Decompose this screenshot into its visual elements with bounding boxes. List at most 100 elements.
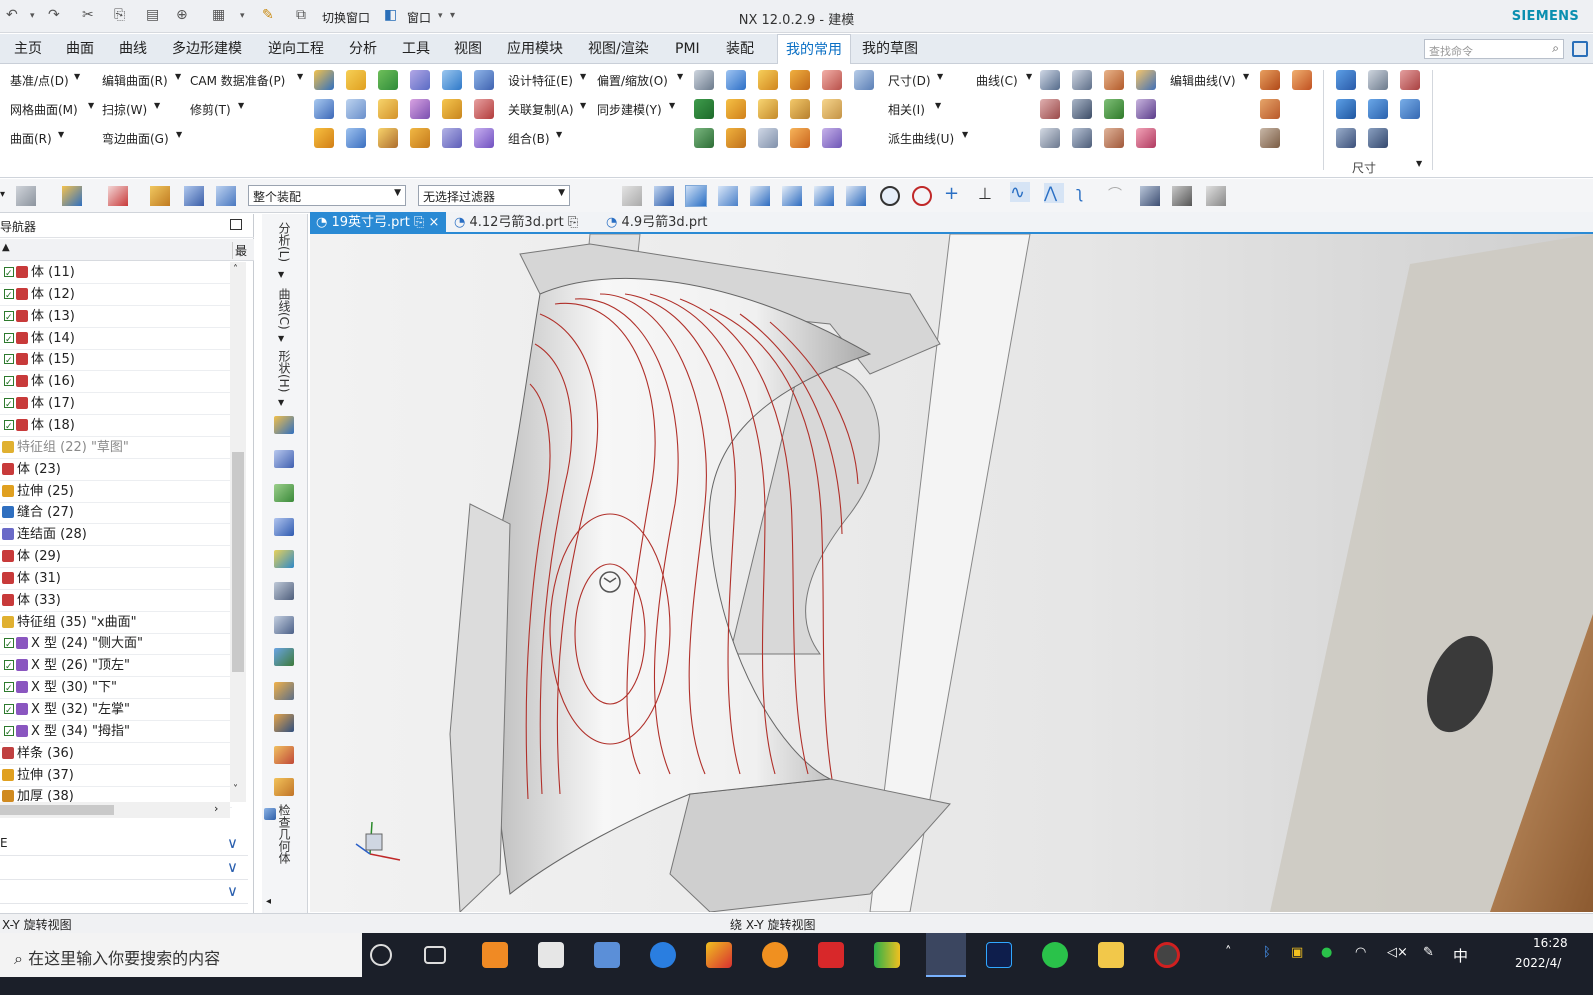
assembly-select-icon[interactable]: [62, 186, 82, 206]
volume-muted-icon[interactable]: ◁×: [1387, 945, 1408, 960]
snap-point-icon[interactable]: [108, 186, 128, 206]
tab-my-common[interactable]: 我的常用: [777, 34, 851, 65]
draft-icon[interactable]: [822, 128, 842, 148]
bridge-curve-icon[interactable]: [1040, 128, 1060, 148]
visibility-checkbox[interactable]: [4, 395, 14, 416]
navigator-row[interactable]: 体 (23): [0, 459, 232, 481]
doc-tab[interactable]: ◔ 4.9弓箭3d.prt: [600, 212, 714, 234]
datum-point-menu[interactable]: 基准/点(D): [10, 72, 69, 89]
tab-view[interactable]: 视图: [452, 34, 484, 64]
navigator-row[interactable]: 体 (31): [0, 568, 232, 590]
tab-curve[interactable]: 曲线: [117, 34, 149, 64]
derived-curve-menu[interactable]: 派生曲线(U): [888, 130, 954, 147]
bridge-icon[interactable]: [378, 128, 398, 148]
close-icon[interactable]: ×: [429, 215, 440, 230]
navigator-row[interactable]: 体 (18): [0, 415, 232, 438]
navigator-row[interactable]: 连结面 (28): [0, 524, 232, 547]
line-tool-icon[interactable]: [1040, 70, 1060, 90]
rhino-icon[interactable]: [538, 942, 564, 968]
bounded-grid-icon[interactable]: ʅ: [1076, 183, 1096, 203]
select-type-icon[interactable]: [16, 186, 36, 206]
check-geometry-small-icon[interactable]: [264, 808, 276, 820]
tab-assembly[interactable]: 装配: [724, 34, 756, 64]
datum-dropdown-icon[interactable]: ▼: [74, 72, 80, 81]
measure-face-icon[interactable]: [1336, 99, 1356, 119]
check-geometry-icon[interactable]: [274, 778, 294, 796]
navigator-row[interactable]: 体 (33): [0, 590, 232, 612]
visibility-checkbox[interactable]: [4, 701, 14, 722]
simple-interference-icon[interactable]: [1368, 128, 1388, 148]
tab-view-render[interactable]: 视图/渲染: [586, 34, 651, 64]
navigator-row[interactable]: X 型 (34) "拇指": [0, 721, 232, 744]
chevron-down-icon[interactable]: ∨: [227, 858, 238, 876]
select-curve-icon[interactable]: [654, 186, 674, 206]
chevron-up-icon[interactable]: ˄: [1225, 945, 1232, 960]
navigator-row[interactable]: 特征组 (35) "x曲面": [0, 612, 232, 634]
measure-edge-icon[interactable]: [1368, 99, 1388, 119]
trim-sheet-icon[interactable]: [474, 99, 494, 119]
highlight-lines-icon[interactable]: [274, 550, 294, 568]
navigator-row[interactable]: 样条 (36): [0, 743, 232, 765]
wps-icon[interactable]: [818, 942, 844, 968]
part-select-icon[interactable]: [216, 186, 236, 206]
law-extension-icon[interactable]: [442, 128, 462, 148]
point-set-icon[interactable]: [694, 99, 714, 119]
scroll-up-icon[interactable]: ˄: [233, 264, 238, 275]
visibility-checkbox[interactable]: [4, 373, 14, 394]
intersection-point-icon[interactable]: [846, 186, 866, 206]
distance-icon[interactable]: [274, 682, 294, 700]
navigator-row[interactable]: 体 (16): [0, 371, 232, 394]
shape-group-label[interactable]: 形状(H): [276, 350, 293, 392]
mesh-icon[interactable]: [346, 128, 366, 148]
arc-tool-icon[interactable]: [1072, 70, 1092, 90]
navigator-row[interactable]: X 型 (26) "顶左": [0, 655, 232, 678]
select-all-icon[interactable]: [184, 186, 204, 206]
visibility-checkbox[interactable]: [4, 679, 14, 700]
measure-distance-icon[interactable]: [1336, 70, 1356, 90]
split-curve-icon[interactable]: [1260, 128, 1280, 148]
sort-up-icon[interactable]: ▲: [2, 242, 10, 253]
cortana-icon[interactable]: [370, 944, 392, 966]
edit-curve-menu[interactable]: 编辑曲线(V): [1170, 72, 1236, 89]
command-search-input[interactable]: 查找命令 ⌕: [1424, 39, 1564, 59]
sweep-menu[interactable]: 扫掠(W): [102, 101, 147, 118]
studio-spline-icon[interactable]: [1136, 70, 1156, 90]
navigator-row[interactable]: 体 (17): [0, 393, 232, 416]
visibility-checkbox[interactable]: [4, 330, 14, 351]
taskbar-search-input[interactable]: ⌕ 在这里输入你要搜索的内容: [0, 933, 362, 977]
section-analysis-icon[interactable]: [274, 616, 294, 634]
trim-dropdown-icon[interactable]: ▼: [238, 101, 244, 110]
curvature-comb-icon[interactable]: [274, 450, 294, 468]
flange-dropdown-icon[interactable]: ▼: [176, 130, 182, 139]
navigator-scrollbar[interactable]: ˄ ˅: [230, 262, 246, 802]
navigator-row[interactable]: 体 (29): [0, 546, 232, 569]
mesh-surface-menu[interactable]: 网格曲面(M): [10, 101, 78, 118]
offset-curve-icon[interactable]: [1040, 99, 1060, 119]
intersection-curve-icon[interactable]: [1136, 99, 1156, 119]
associative-copy-menu[interactable]: 关联复制(A): [508, 101, 574, 118]
quick-pick-icon[interactable]: [150, 186, 170, 206]
navigator-row[interactable]: X 型 (30) "下": [0, 677, 232, 700]
dimension-menu[interactable]: 尺寸(D): [888, 72, 931, 89]
measure-angle-icon[interactable]: [1368, 70, 1388, 90]
visibility-checkbox[interactable]: [4, 286, 14, 307]
assembly-filter-select[interactable]: 整个装配 ▼: [248, 185, 406, 206]
relation-dropdown-icon[interactable]: ▼: [935, 101, 941, 110]
curve-dropdown-icon[interactable]: ▼: [1026, 72, 1032, 81]
deviation-icon[interactable]: [274, 416, 294, 434]
radius-analysis-icon[interactable]: [274, 714, 294, 732]
design-feature-dropdown-icon[interactable]: ▼: [580, 72, 586, 81]
group-more-icon[interactable]: ▼: [1416, 159, 1422, 168]
dropdown-icon[interactable]: ▼: [278, 334, 284, 343]
surface-dropdown-icon[interactable]: ▼: [58, 130, 64, 139]
navigator-row[interactable]: 体 (14): [0, 328, 232, 351]
chevron-down-icon[interactable]: ∨: [227, 882, 238, 900]
tab-application[interactable]: 应用模块: [505, 34, 565, 64]
navigator-row[interactable]: X 型 (24) "侧大面": [0, 633, 232, 656]
derived-curve-dropdown-icon[interactable]: ▼: [962, 130, 968, 139]
doc-tab[interactable]: ◔ 4.12弓箭3d.prt ⎘: [448, 212, 584, 234]
wifi-icon[interactable]: ◠: [1355, 945, 1366, 960]
adjust-curve-icon[interactable]: [1260, 70, 1280, 90]
navigator-section-preview[interactable]: ∨: [0, 880, 248, 904]
dropdown-icon[interactable]: ▼: [278, 398, 284, 407]
